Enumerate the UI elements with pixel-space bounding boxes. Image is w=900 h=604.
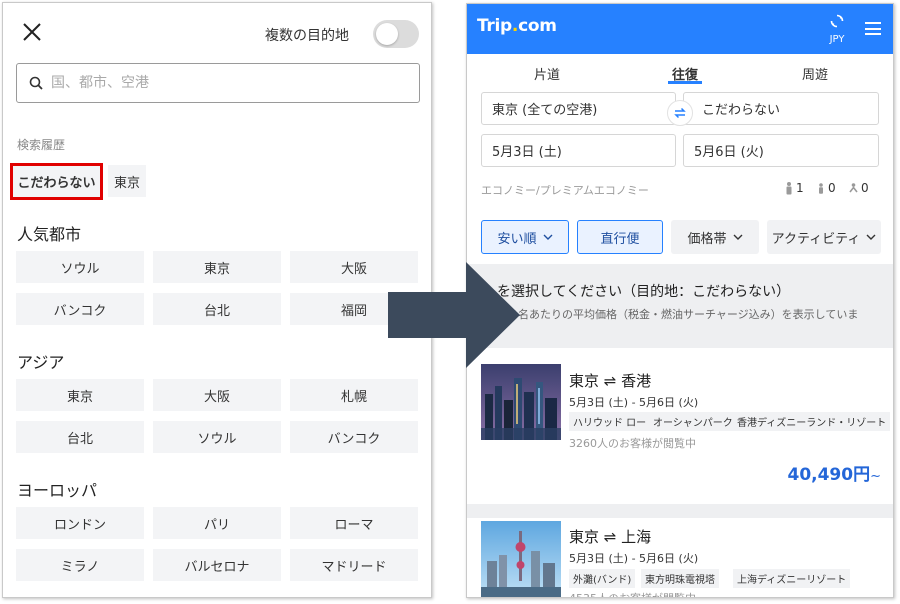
search-history-title: 検索履歴 xyxy=(17,138,66,152)
city-button[interactable]: ロンドン xyxy=(16,507,144,539)
currency-icon xyxy=(830,14,844,28)
multi-destination-label: 複数の目的地 xyxy=(265,28,349,44)
city-button[interactable]: 台北 xyxy=(16,421,144,453)
destination-search-field[interactable] xyxy=(16,63,420,103)
toggle-knob xyxy=(376,23,398,45)
attraction-tag: 外灘(バンド) xyxy=(569,569,636,588)
adults-count[interactable]: 1 xyxy=(785,181,804,195)
currency-label: JPY xyxy=(829,34,845,45)
city-button[interactable]: ローマ xyxy=(290,507,418,539)
city-button[interactable]: 大阪 xyxy=(153,379,281,411)
city-button[interactable]: 東京 xyxy=(16,379,144,411)
currency-selector[interactable]: JPY xyxy=(823,13,851,45)
city-button[interactable]: ソウル xyxy=(153,421,281,453)
card-separator xyxy=(467,504,893,518)
banner-title: を選択してください（目的地：こだわらない） xyxy=(497,284,791,300)
trip-dates: 5月3日 (土) - 5月6日 (火) xyxy=(569,396,699,409)
destination-field[interactable]: こだわらない xyxy=(683,92,879,125)
history-chip-tokyo[interactable]: 東京 xyxy=(108,165,146,197)
banner-subtitle: 1名あたりの平均価格（税金・燃油サーチャージ込み）を表示していま xyxy=(511,308,859,321)
multi-destination-toggle[interactable] xyxy=(373,20,419,48)
sort-cheapest-button[interactable]: 安い順 xyxy=(481,220,569,254)
chevron-down-icon xyxy=(733,234,742,240)
search-input[interactable] xyxy=(51,72,401,94)
return-date-field[interactable]: 5月6日 (火) xyxy=(683,134,879,167)
result-card[interactable]: 東京 ⇌ 香港 5月3日 (土) - 5月6日 (火) ハリウッド ロード オー… xyxy=(467,348,893,504)
origin-field[interactable]: 東京 (全ての空港) xyxy=(481,92,676,125)
infants-count[interactable]: 0 xyxy=(849,181,869,195)
activity-filter-button[interactable]: アクティビティ xyxy=(767,220,881,254)
destination-photo xyxy=(481,521,561,597)
route-title: 東京 ⇌ 上海 xyxy=(569,528,652,546)
menu-icon[interactable] xyxy=(865,22,881,35)
city-button[interactable]: ソウル xyxy=(16,251,144,283)
destination-photo xyxy=(481,364,561,440)
direct-flight-button[interactable]: 直行便 xyxy=(577,220,663,254)
city-button[interactable]: 台北 xyxy=(153,293,281,325)
city-button[interactable]: 東京 xyxy=(153,251,281,283)
section-title-popular: 人気都市 xyxy=(17,225,82,244)
chevron-down-icon xyxy=(866,234,876,240)
cabin-class-selector[interactable]: エコノミー/プレミアムエコノミー xyxy=(481,182,649,198)
chevron-down-icon xyxy=(543,234,552,240)
section-title-europe: ヨーロッパ xyxy=(17,481,98,500)
city-button[interactable]: バンコク xyxy=(16,293,144,325)
route-title: 東京 ⇌ 香港 xyxy=(569,372,652,390)
trip-logo[interactable]: Trip.com xyxy=(477,16,557,36)
attraction-tag: 香港ディズニーランド・リゾート xyxy=(733,412,891,431)
arrow-right-icon xyxy=(388,262,520,368)
city-button[interactable]: パリ xyxy=(153,507,281,539)
result-card[interactable]: 東京 ⇌ 上海 5月3日 (土) - 5月6日 (火) 外灘(バンド) 東方明珠… xyxy=(467,518,893,597)
adult-icon xyxy=(786,181,792,194)
price: 40,490円~ xyxy=(787,465,881,485)
history-chip-anywhere[interactable]: こだわらない xyxy=(10,163,103,200)
trip-dates: 5月3日 (土) - 5月6日 (火) xyxy=(569,552,699,565)
city-button[interactable]: ミラノ xyxy=(16,549,144,581)
destination-picker-panel: 複数の目的地 検索履歴 こだわらない 東京 人気都市 ソウル 東京 大阪 バンコ… xyxy=(2,2,432,598)
city-button[interactable]: バンコク xyxy=(290,421,418,453)
viewer-count: 4535人のお客様が閲覧中 xyxy=(569,590,696,597)
app-header: Trip.com JPY xyxy=(467,4,893,54)
search-results-screen: Trip.com JPY 片道 往復 周遊 東京 (全ての空港) こだわらない … xyxy=(466,3,894,598)
swap-button[interactable] xyxy=(667,100,693,126)
attraction-tag: オーシャンパーク xyxy=(649,412,737,431)
city-button[interactable]: 札幌 xyxy=(290,379,418,411)
city-button[interactable]: マドリード xyxy=(290,549,418,581)
price-range-button[interactable]: 価格帯 xyxy=(671,220,759,254)
attraction-tag: 上海ディズニーリゾート xyxy=(733,569,851,588)
close-icon[interactable] xyxy=(21,21,43,43)
section-title-asia: アジア xyxy=(17,353,65,372)
children-count[interactable]: 0 xyxy=(817,181,836,195)
active-tab-indicator xyxy=(668,81,702,84)
attraction-tag: 東方明珠電視塔 xyxy=(641,569,719,588)
city-button[interactable]: バルセロナ xyxy=(153,549,281,581)
swap-icon xyxy=(674,107,686,119)
child-icon xyxy=(819,182,823,194)
depart-date-field[interactable]: 5月3日 (土) xyxy=(481,134,676,167)
tab-multi-city[interactable]: 周遊 xyxy=(775,64,855,83)
infant-icon xyxy=(849,183,858,193)
selection-banner: を選択してください（目的地：こだわらない） 1名あたりの平均価格（税金・燃油サー… xyxy=(467,264,893,348)
search-icon xyxy=(29,76,43,90)
viewer-count: 3260人のお客様が閲覧中 xyxy=(569,437,696,450)
tab-one-way[interactable]: 片道 xyxy=(507,64,587,83)
attraction-tag: ハリウッド ロード xyxy=(569,412,661,431)
